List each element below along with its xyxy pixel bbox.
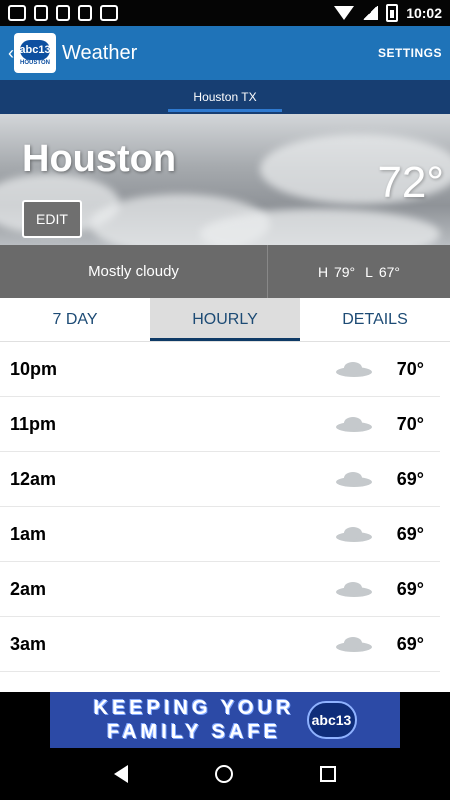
current-temperature: 72° [377, 158, 444, 207]
hourly-row[interactable]: 3am 69° [0, 617, 440, 672]
hour-time: 1am [10, 523, 47, 544]
hourly-row[interactable]: 11pm 70° [0, 397, 440, 452]
forecast-tabs: 7 DAY HOURLY DETAILS [0, 298, 450, 342]
battery-charging-icon [386, 4, 399, 22]
hour-time: 12am [10, 468, 57, 489]
tab-hourly[interactable]: HOURLY [150, 298, 300, 341]
hour-time: 10pm [10, 358, 58, 379]
high-low: H 79° L 67° [268, 245, 450, 298]
voicemail-icon [8, 5, 26, 21]
city-name: Houston [22, 138, 177, 180]
signal-icon [362, 6, 379, 20]
ad-text: KEEPING YOUR FAMILY SAFE [93, 697, 295, 743]
low-temp: 67° [378, 263, 401, 280]
location-tab-bar: Houston TX [0, 80, 450, 114]
app-title: Weather [62, 41, 138, 64]
high-label: H [317, 263, 329, 280]
wifi-icon [334, 6, 355, 20]
status-clock: 10:02 [406, 5, 442, 21]
hour-time: 2am [10, 578, 47, 599]
status-bar: 10:02 [0, 0, 450, 26]
android-icon [100, 5, 118, 21]
system-navigation-bar [0, 748, 450, 800]
hourly-forecast-list[interactable]: 10pm 70° 11pm 70° 12am 69° 1am 69° 2am 6… [0, 342, 450, 692]
tab-details[interactable]: DETAILS [300, 298, 450, 341]
hourly-row[interactable]: 12am 69° [0, 452, 440, 507]
tab-7-day[interactable]: 7 DAY [0, 298, 150, 341]
cloudy-icon [336, 581, 372, 597]
cloudy-icon [336, 361, 372, 377]
high-temp: 79° [333, 263, 356, 280]
settings-button[interactable]: SETTINGS [378, 46, 442, 60]
hour-temp: 69° [396, 633, 424, 654]
nav-home-button[interactable] [214, 765, 233, 783]
hourly-row[interactable]: 1am 69° [0, 507, 440, 562]
hourly-row[interactable]: 2am 69° [0, 562, 440, 617]
notification-icon [34, 5, 48, 21]
hourly-row[interactable]: 10pm 70° [0, 342, 440, 397]
nav-recents-button[interactable] [320, 766, 337, 782]
hour-temp: 69° [396, 578, 424, 599]
ad-banner[interactable]: KEEPING YOUR FAMILY SAFE abc13 [50, 692, 400, 748]
condition-text: Mostly cloudy [0, 245, 268, 298]
low-label: L [365, 263, 373, 280]
current-conditions-hero: Houston 72° EDIT [0, 114, 450, 245]
edit-location-button[interactable]: EDIT [22, 200, 82, 238]
cloudy-icon [336, 416, 372, 432]
cloudy-icon [336, 471, 372, 487]
hour-time: 11pm [10, 413, 57, 434]
hour-temp: 70° [396, 358, 424, 379]
location-tab[interactable]: Houston TX [193, 90, 256, 104]
up-navigation-button[interactable]: ‹ abc13 HOUSTON [8, 33, 56, 73]
cloudy-icon [336, 636, 372, 652]
conditions-summary: Mostly cloudy H 79° L 67° [0, 245, 450, 298]
location-tab-indicator [168, 109, 282, 112]
hour-temp: 69° [396, 468, 424, 489]
tools-icon [56, 5, 70, 21]
hour-time: 3am [10, 633, 47, 654]
ad-abc13-logo: abc13 [306, 701, 357, 739]
hour-temp: 70° [396, 413, 424, 434]
lock-icon [78, 5, 92, 21]
nav-back-button[interactable] [113, 765, 128, 783]
abc13-logo: abc13 HOUSTON [14, 33, 56, 73]
cloudy-icon [336, 526, 372, 542]
hour-temp: 69° [396, 523, 424, 544]
app-bar: ‹ abc13 HOUSTON Weather SETTINGS [0, 26, 450, 80]
